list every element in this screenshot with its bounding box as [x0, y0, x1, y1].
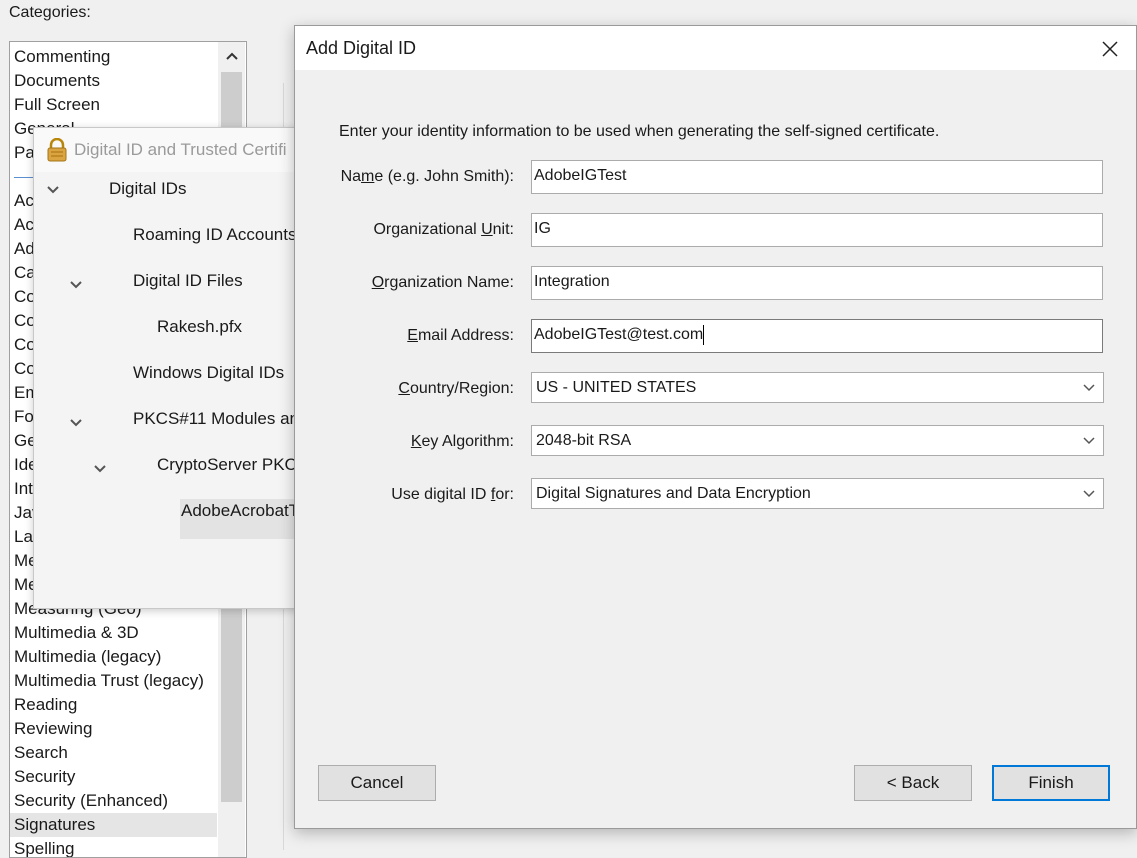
- org-unit-label: Organizational Unit:: [373, 221, 514, 238]
- chevron-down-icon[interactable]: [69, 416, 83, 431]
- category-item[interactable]: Multimedia & 3D: [14, 621, 139, 645]
- tree-item-cryptoserver-pkcs[interactable]: CryptoServer PKCS: [157, 453, 308, 477]
- use-for-label: Use digital ID for:: [391, 486, 514, 503]
- use-for-value: Digital Signatures and Data Encryption: [536, 485, 811, 502]
- dialog-titlebar: Add Digital ID: [295, 26, 1136, 70]
- chevron-down-icon[interactable]: [69, 278, 83, 293]
- name-value: AdobeIGTest: [534, 167, 627, 184]
- email-field[interactable]: AdobeIGTest@test.com: [531, 319, 1103, 353]
- category-item[interactable]: Ac: [14, 213, 34, 237]
- category-item[interactable]: Ac: [14, 189, 34, 213]
- tree-item-rakesh-pfx[interactable]: Rakesh.pfx: [157, 315, 242, 339]
- category-item[interactable]: Security: [14, 765, 75, 789]
- country-value: US - UNITED STATES: [536, 379, 697, 396]
- close-button[interactable]: [1095, 34, 1125, 64]
- category-item[interactable]: Multimedia Trust (legacy): [14, 669, 204, 693]
- key-algorithm-label: Key Algorithm:: [410, 433, 514, 450]
- category-item[interactable]: Spelling: [14, 837, 75, 857]
- back-button[interactable]: < Back: [854, 765, 972, 801]
- tree-item-roaming-id-accounts[interactable]: Roaming ID Accounts: [133, 223, 296, 247]
- org-unit-field[interactable]: IG: [531, 213, 1103, 247]
- chevron-up-icon[interactable]: [218, 42, 245, 72]
- text-cursor: [703, 324, 705, 345]
- country-select[interactable]: US - UNITED STATES: [531, 372, 1104, 403]
- lock-icon: [46, 137, 68, 162]
- email-label: Email Address:: [407, 327, 514, 344]
- category-item[interactable]: Reviewing: [14, 717, 92, 741]
- chevron-down-icon[interactable]: [1075, 479, 1103, 508]
- category-item[interactable]: Int: [14, 477, 33, 501]
- tree-item-adobeacrobat-token[interactable]: AdobeAcrobatTo: [181, 499, 307, 523]
- key-algorithm-select[interactable]: 2048-bit RSA: [531, 425, 1104, 456]
- chevron-down-icon[interactable]: [46, 183, 60, 198]
- category-item[interactable]: Ad: [14, 237, 35, 261]
- category-item[interactable]: Commenting: [14, 45, 110, 69]
- org-name-value: Integration: [534, 273, 610, 290]
- tree-item-windows-digital-ids[interactable]: Windows Digital IDs: [133, 361, 284, 385]
- category-item[interactable]: Pa: [14, 141, 35, 165]
- category-item-selected[interactable]: Signatures: [10, 813, 217, 837]
- category-item[interactable]: Reading: [14, 693, 77, 717]
- digital-id-window-title: Digital ID and Trusted Certifi: [74, 140, 287, 159]
- category-item[interactable]: Fo: [14, 405, 34, 429]
- country-label: Country/Region:: [398, 380, 514, 397]
- chevron-down-icon[interactable]: [93, 462, 107, 477]
- finish-button[interactable]: Finish: [992, 765, 1110, 801]
- org-name-label: Organization Name:: [371, 274, 514, 291]
- category-item[interactable]: La: [14, 525, 33, 549]
- dialog-title: Add Digital ID: [306, 38, 417, 58]
- intro-text: Enter your identity information to be us…: [339, 123, 940, 140]
- key-algorithm-value: 2048-bit RSA: [536, 432, 632, 449]
- category-item[interactable]: Search: [14, 741, 68, 765]
- tree-item-pkcs11-modules[interactable]: PKCS#11 Modules and: [133, 407, 308, 431]
- digital-id-window-titlebar: Digital ID and Trusted Certifi: [34, 128, 304, 172]
- category-item[interactable]: Full Screen: [14, 93, 100, 117]
- add-digital-id-dialog[interactable]: Add Digital ID Enter your identity infor…: [294, 25, 1137, 829]
- chevron-down-icon[interactable]: [1075, 426, 1103, 455]
- chevron-down-icon[interactable]: [1075, 373, 1103, 402]
- email-value: AdobeIGTest@test.com: [534, 326, 704, 343]
- cancel-button[interactable]: Cancel: [318, 765, 436, 801]
- name-label: Name (e.g. John Smith):: [340, 168, 514, 185]
- org-name-field[interactable]: Integration: [531, 266, 1103, 300]
- close-icon: [1102, 41, 1118, 57]
- tree-item-digital-ids[interactable]: Digital IDs: [109, 177, 186, 201]
- org-unit-value: IG: [534, 220, 551, 237]
- categories-label: Categories:: [9, 4, 91, 21]
- category-item[interactable]: Security (Enhanced): [14, 789, 168, 813]
- category-item[interactable]: Documents: [14, 69, 100, 93]
- use-for-select[interactable]: Digital Signatures and Data Encryption: [531, 478, 1104, 509]
- category-item[interactable]: Multimedia (legacy): [14, 645, 161, 669]
- digital-id-window[interactable]: Digital ID and Trusted Certifi Digital I…: [33, 127, 308, 609]
- name-field[interactable]: AdobeIGTest: [531, 160, 1103, 194]
- tree-item-digital-id-files[interactable]: Digital ID Files: [133, 269, 243, 293]
